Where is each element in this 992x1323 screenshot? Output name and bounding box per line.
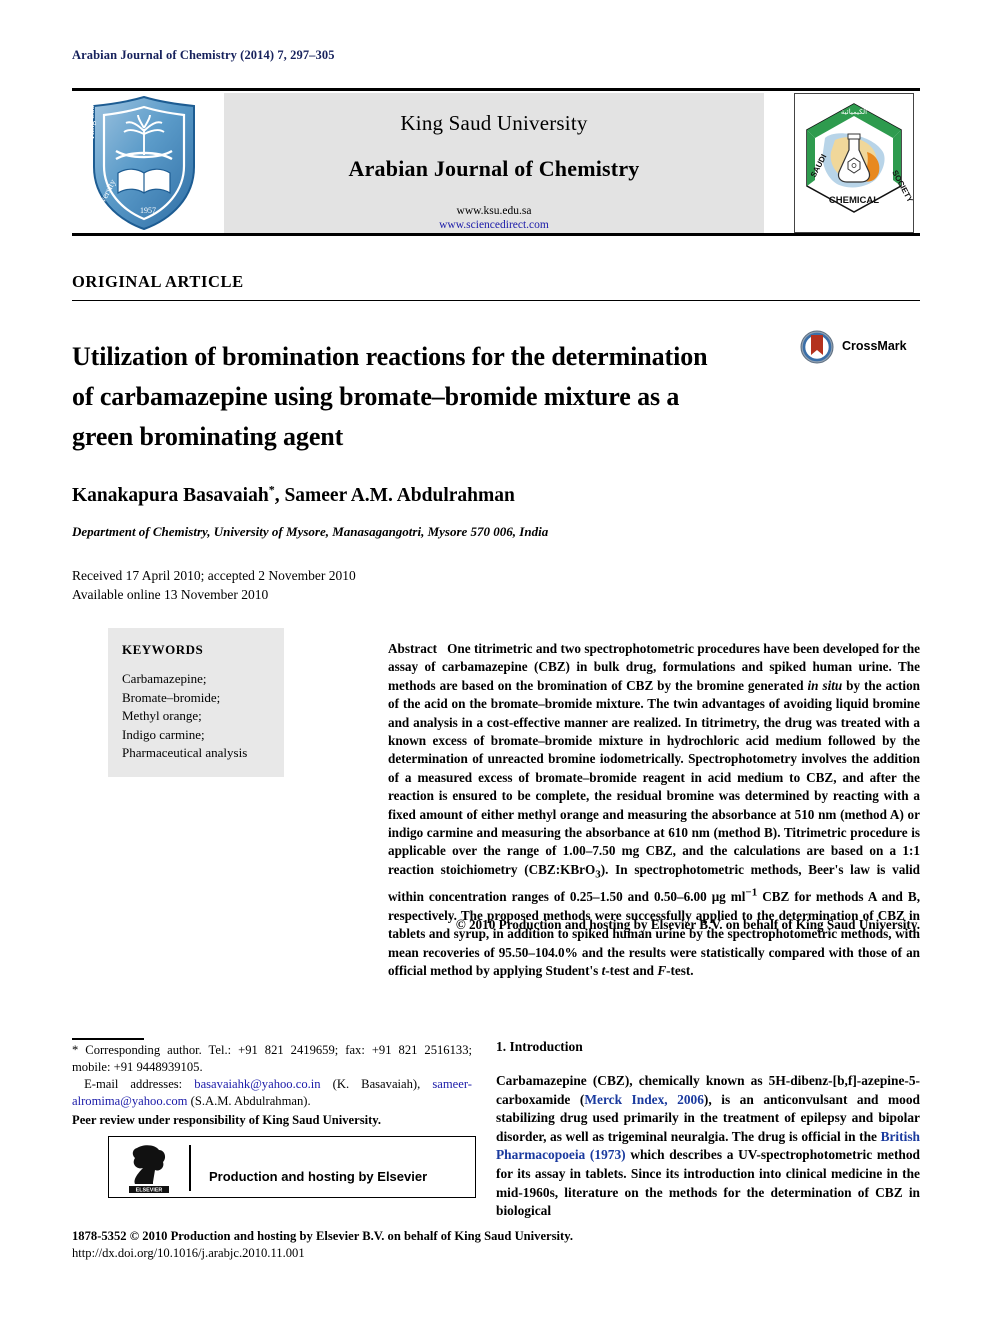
journal-title: Arabian Journal of Chemistry	[348, 156, 640, 181]
available-online-date: Available online 13 November 2010	[72, 587, 269, 602]
email-label: E-mail addresses:	[84, 1077, 183, 1091]
journal-urls: www.ksu.edu.sa www.sciencedirect.com	[224, 204, 764, 232]
svg-text:1957: 1957	[140, 206, 156, 215]
keyword-item: Bromate–bromide;	[122, 689, 221, 705]
journal-article-page: Arabian Journal of Chemistry (2014) 7, 2…	[0, 0, 992, 1323]
email-link-1[interactable]: basavaiahk@yahoo.co.in	[194, 1077, 320, 1091]
journal-banner: King Saud University 1957 King Saud Univ…	[72, 88, 920, 236]
doi-link[interactable]: http://dx.doi.org/10.1016/j.arabjc.2010.…	[72, 1246, 305, 1261]
section-divider	[72, 300, 920, 301]
elsevier-hosting-box: ELSEVIER Production and hosting by Elsev…	[108, 1136, 476, 1198]
received-accepted-date: Received 17 April 2010; accepted 2 Novem…	[72, 568, 356, 583]
keyword-item: Pharmaceutical analysis	[122, 745, 248, 760]
keyword-item: Methyl orange;	[122, 708, 202, 723]
publisher-name: King Saud University	[400, 111, 588, 135]
authors-text: Kanakapura Basavaiah*, Sameer A.M. Abdul…	[72, 482, 515, 506]
email-owner-1: (K. Basavaiah),	[332, 1077, 421, 1091]
sciencedirect-url[interactable]: www.sciencedirect.com	[224, 218, 764, 232]
introduction-heading: 1. Introduction	[496, 1039, 583, 1054]
banner-top-rule	[72, 88, 920, 91]
svg-text:King Saud: King Saud	[86, 100, 96, 139]
svg-text:CHEMICAL: CHEMICAL	[829, 195, 879, 206]
email-note: E-mail addresses: basavaiahk@yahoo.co.in…	[72, 1076, 472, 1110]
saudi-chemical-society-logo: الكيميائية SAUDI SOCIETY CHEMICAL	[794, 93, 915, 233]
affiliation: Department of Chemistry, University of M…	[72, 524, 549, 539]
crossmark-badge[interactable]: CrossMark	[800, 330, 920, 366]
elsevier-hosting-label: Production and hosting by Elsevier	[209, 1169, 428, 1184]
keywords-panel: KEYWORDS Carbamazepine; Bromate–bromide;…	[108, 628, 284, 777]
citation-merck-index[interactable]: Merck Index, 2006	[584, 1092, 704, 1107]
journal-title-box: King Saud University Arabian Journal of …	[224, 93, 764, 233]
abstract-label: Abstract	[388, 641, 438, 656]
issn-copyright-line: 1878-5352 © 2010 Production and hosting …	[72, 1229, 573, 1243]
article-type-label: ORIGINAL ARTICLE	[72, 272, 244, 291]
elsevier-box-divider	[189, 1145, 191, 1191]
keyword-item: Indigo carmine;	[122, 726, 205, 742]
footnote-block: * Corresponding author. Tel.: +91 821 24…	[72, 1042, 472, 1110]
page-title: Utilization of bromination reactions for…	[72, 342, 708, 452]
keyword-item: Carbamazepine;	[122, 671, 207, 686]
abstract-copyright: © 2010 Production and hosting by Elsevie…	[455, 917, 920, 932]
email-owner-2: (S.A.M. Abdulrahman).	[190, 1094, 311, 1108]
svg-text:الكيميائية: الكيميائية	[841, 108, 867, 116]
introduction-paragraph: Carbamazepine (CBZ), chemically known as…	[496, 1072, 920, 1221]
peer-review-note: Peer review under responsibility of King…	[72, 1113, 382, 1127]
keywords-heading: KEYWORDS	[122, 642, 204, 657]
crossmark-badge-icon	[800, 330, 834, 364]
crossmark-label: CrossMark	[842, 339, 907, 353]
corresponding-author-note: * Corresponding author. Tel.: +91 821 24…	[72, 1043, 472, 1074]
ksu-url[interactable]: www.ksu.edu.sa	[224, 204, 764, 218]
author-list: Kanakapura Basavaiah*, Sameer A.M. Abdul…	[72, 482, 515, 507]
running-head: Arabian Journal of Chemistry (2014) 7, 2…	[72, 48, 335, 62]
king-saud-university-shield-logo: King Saud University 1957	[78, 93, 210, 233]
publication-dates: Received 17 April 2010; accepted 2 Novem…	[72, 566, 356, 604]
svg-text:ELSEVIER: ELSEVIER	[136, 1188, 163, 1194]
elsevier-tree-logo: ELSEVIER	[123, 1142, 175, 1194]
footnote-rule	[72, 1038, 144, 1040]
banner-bottom-rule	[72, 233, 920, 236]
